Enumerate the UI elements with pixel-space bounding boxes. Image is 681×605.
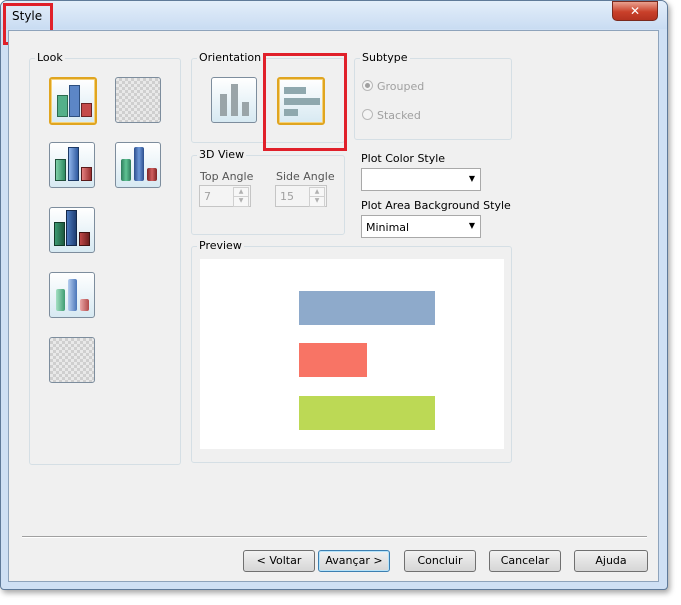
top-angle-value: 7: [204, 190, 211, 203]
help-button[interactable]: Ajuda: [574, 550, 648, 572]
plot-bg-style-label: Plot Area Background Style: [361, 199, 511, 212]
chevron-down-icon: ▼: [468, 221, 475, 230]
preview-canvas: [200, 259, 504, 449]
bar-icon-part: [56, 289, 65, 311]
bar-icon-part: [81, 167, 92, 181]
orientation-label: Orientation: [197, 51, 264, 64]
plot-color-style-label: Plot Color Style: [361, 152, 446, 165]
spin-down-icon[interactable]: ▼: [233, 196, 249, 207]
back-button[interactable]: < Voltar: [243, 550, 315, 572]
plot-bg-style-select[interactable]: Minimal ▼: [361, 215, 481, 238]
footer-separator: [22, 536, 647, 538]
top-angle-spinner[interactable]: 7 ▲ ▼: [199, 185, 251, 207]
plot-color-style-select[interactable]: ▼: [361, 168, 481, 191]
look-tile-cylinder-bars[interactable]: [115, 142, 161, 188]
grouped-radio-label: Grouped: [377, 80, 425, 93]
bar-icon-part: [134, 147, 144, 181]
title-bar[interactable]: [1, 1, 667, 29]
cancel-button[interactable]: Cancelar: [489, 550, 561, 572]
bar-icon-part: [242, 102, 249, 116]
bar-icon-part: [147, 168, 157, 181]
subtype-group: [354, 58, 512, 140]
look-tile-3d-bars[interactable]: [49, 207, 95, 253]
chevron-down-icon: ▼: [468, 174, 475, 183]
bar-icon-part: [66, 210, 77, 246]
bar-icon-part: [55, 159, 66, 181]
side-angle-value: 15: [280, 190, 294, 203]
bar-icon-part: [220, 94, 227, 116]
top-angle-label: Top Angle: [200, 170, 254, 183]
bar-icon-part: [68, 279, 77, 311]
subtype-label: Subtype: [360, 51, 410, 64]
orientation-highlight-box: [263, 53, 347, 151]
preview-bar: [299, 343, 367, 377]
view3d-label: 3D View: [197, 148, 247, 161]
spin-down-icon[interactable]: ▼: [309, 196, 325, 207]
look-tile-transparent[interactable]: [115, 77, 161, 123]
bar-icon-part: [121, 159, 131, 181]
bar-icon-part: [231, 84, 238, 116]
bar-icon-part: [81, 103, 92, 117]
look-tile-beveled-bars[interactable]: [49, 142, 95, 188]
close-button[interactable]: ✕: [612, 1, 658, 21]
preview-label: Preview: [197, 239, 244, 252]
bar-icon-part: [80, 299, 89, 311]
orientation-vertical-option[interactable]: [211, 77, 257, 123]
plot-bg-style-value: Minimal: [366, 221, 410, 234]
look-label: Look: [35, 51, 65, 64]
side-angle-label: Side Angle: [276, 170, 335, 183]
look-tile-flat-bars[interactable]: [49, 77, 97, 125]
bar-icon-part: [68, 147, 79, 181]
preview-bar: [299, 291, 435, 325]
look-tile-glossy-bars[interactable]: [49, 272, 95, 318]
look-tile-transparent-2[interactable]: [49, 337, 95, 383]
finish-button[interactable]: Concluir: [404, 550, 476, 572]
bar-icon-part: [57, 95, 68, 117]
side-angle-spinner[interactable]: 15 ▲ ▼: [275, 185, 327, 207]
grouped-radio[interactable]: [362, 80, 373, 91]
next-button[interactable]: Avançar >: [318, 550, 390, 572]
stacked-radio[interactable]: [362, 109, 373, 120]
bar-icon-part: [54, 222, 65, 246]
preview-bar: [299, 396, 435, 430]
stacked-radio-label: Stacked: [377, 109, 421, 122]
bar-icon-part: [69, 85, 80, 117]
bar-icon-part: [79, 232, 90, 246]
